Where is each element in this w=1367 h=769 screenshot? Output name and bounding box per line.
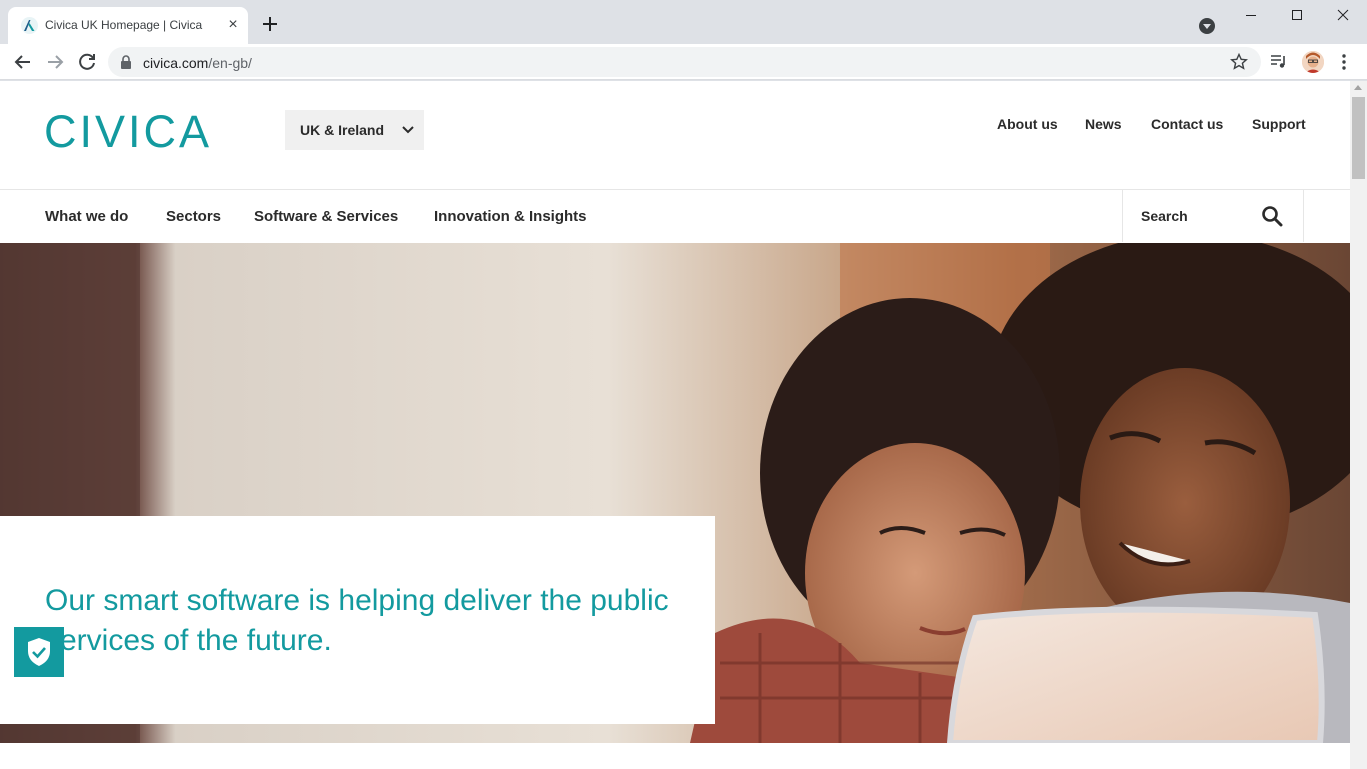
nav-item-what-we-do[interactable]: What we do	[45, 208, 128, 225]
window-minimize-icon[interactable]	[1228, 0, 1274, 30]
region-label: UK & Ireland	[300, 122, 385, 138]
url-path: /en-gb/	[208, 55, 252, 71]
url-text: civica.com/en-gb/	[143, 55, 252, 71]
tab-search-icon[interactable]	[1199, 18, 1215, 34]
window-close-icon[interactable]	[1320, 0, 1366, 30]
url-host: civica.com	[143, 55, 209, 71]
forward-arrow-icon[interactable]	[41, 48, 69, 76]
page-scrollbar[interactable]	[1350, 81, 1367, 769]
star-icon[interactable]	[1230, 53, 1248, 71]
profile-avatar[interactable]	[1302, 51, 1324, 73]
browser-tab-bar: Civica UK Homepage | Civica ×	[0, 0, 1367, 44]
site-search-button[interactable]: Search	[1122, 190, 1304, 242]
more-vert-icon[interactable]	[1336, 52, 1352, 72]
logo-text: CIVICA	[44, 111, 212, 149]
nav-item-software-services[interactable]: Software & Services	[254, 208, 398, 225]
cookie-consent-button[interactable]	[14, 627, 64, 677]
tab-close-icon[interactable]: ×	[224, 16, 242, 34]
hero-text-card: Our smart software is helping deliver th…	[0, 516, 715, 724]
civica-logo[interactable]: CIVICA	[44, 111, 216, 149]
new-tab-plus-icon[interactable]	[258, 12, 282, 36]
browser-toolbar: civica.com/en-gb/	[0, 44, 1367, 80]
reload-icon[interactable]	[73, 48, 101, 76]
civica-favicon-icon	[21, 17, 38, 34]
back-arrow-icon[interactable]	[9, 48, 37, 76]
avatar-face-icon	[1302, 51, 1324, 73]
scroll-up-arrow-icon[interactable]	[1354, 85, 1362, 90]
browser-tab[interactable]: Civica UK Homepage | Civica ×	[8, 7, 248, 44]
window-maximize-icon[interactable]	[1274, 0, 1320, 30]
top-link-contact-us[interactable]: Contact us	[1151, 116, 1223, 132]
scrollbar-thumb[interactable]	[1352, 97, 1365, 179]
address-bar[interactable]: civica.com/en-gb/	[108, 47, 1261, 77]
tab-title: Civica UK Homepage | Civica	[45, 18, 203, 32]
shield-check-icon	[28, 638, 50, 666]
nav-item-innovation-insights[interactable]: Innovation & Insights	[434, 208, 587, 225]
hero-headline: Our smart software is helping deliver th…	[45, 584, 669, 657]
search-icon	[1262, 206, 1283, 227]
lock-icon[interactable]	[120, 55, 132, 69]
top-link-news[interactable]: News	[1085, 116, 1122, 132]
search-label: Search	[1141, 208, 1188, 224]
region-selector[interactable]: UK & Ireland	[285, 110, 424, 150]
chevron-down-icon	[402, 126, 414, 134]
media-control-icon[interactable]	[1270, 53, 1288, 71]
hero-banner: Our smart software is helping deliver th…	[0, 243, 1350, 743]
page-content: CIVICA UK & Ireland About us News Contac…	[0, 81, 1350, 769]
top-link-about-us[interactable]: About us	[997, 116, 1058, 132]
top-link-support[interactable]: Support	[1252, 116, 1306, 132]
nav-item-sectors[interactable]: Sectors	[166, 208, 221, 225]
